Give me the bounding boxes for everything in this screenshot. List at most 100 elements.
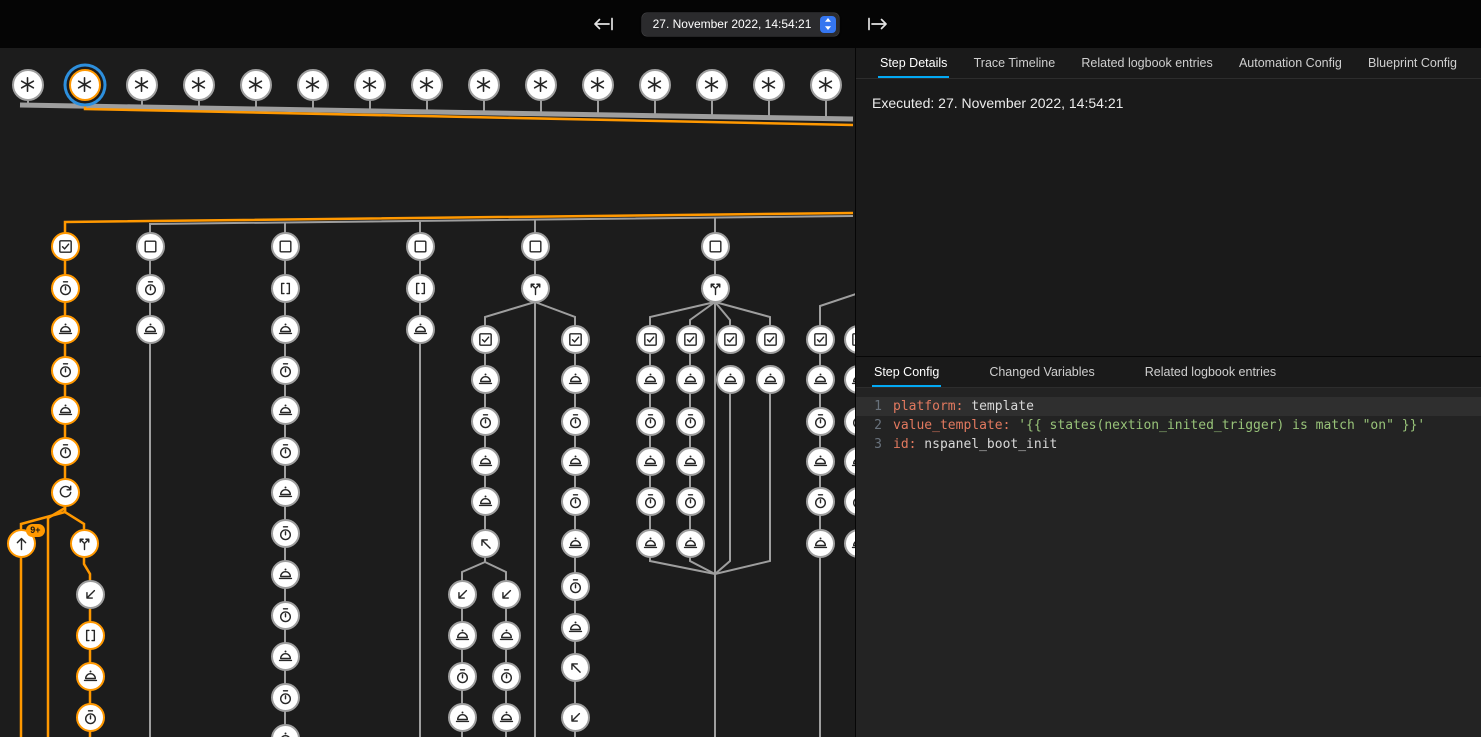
graph-node-timer[interactable] <box>492 662 521 691</box>
graph-node-bell[interactable] <box>806 365 835 394</box>
code-editor[interactable]: 1platform: template2value_template: '{{ … <box>856 388 1481 737</box>
graph-node-timer[interactable] <box>76 703 105 732</box>
tab-blueprint-config[interactable]: Blueprint Config <box>1366 48 1459 78</box>
graph-node-checkbox[interactable] <box>51 232 80 261</box>
graph-node-bell[interactable] <box>676 365 705 394</box>
graph-node-timer[interactable] <box>636 407 665 436</box>
graph-node-square[interactable] <box>701 232 730 261</box>
graph-node-bell[interactable] <box>756 365 785 394</box>
tab-step-details[interactable]: Step Details <box>878 48 949 78</box>
tab-step-config[interactable]: Step Config <box>872 357 941 387</box>
graph-node-bell[interactable] <box>676 447 705 476</box>
graph-node-asterisk[interactable] <box>240 69 272 101</box>
graph-node-asterisk[interactable] <box>639 69 671 101</box>
graph-node-refresh[interactable] <box>51 478 80 507</box>
graph-node-asterisk[interactable] <box>126 69 158 101</box>
graph-node-bell[interactable] <box>448 703 477 732</box>
graph-node-timer[interactable] <box>844 407 856 436</box>
graph-node-brackets[interactable] <box>406 274 435 303</box>
graph-node-arrow-bl[interactable] <box>448 580 477 609</box>
graph-node-checkbox[interactable] <box>716 325 745 354</box>
graph-node-asterisk[interactable] <box>354 69 386 101</box>
graph-node-bell[interactable] <box>271 642 300 671</box>
graph-node-timer[interactable] <box>271 437 300 466</box>
trace-graph[interactable]: 9+ <box>0 48 855 737</box>
graph-node-bell[interactable] <box>271 478 300 507</box>
graph-node-timer[interactable] <box>51 274 80 303</box>
graph-node-asterisk[interactable] <box>696 69 728 101</box>
graph-node-timer[interactable] <box>676 487 705 516</box>
graph-node-timer[interactable] <box>51 356 80 385</box>
graph-node-bell[interactable] <box>676 529 705 558</box>
tab-trace-timeline[interactable]: Trace Timeline <box>972 48 1058 78</box>
graph-node-checkbox[interactable] <box>844 325 856 354</box>
graph-node-bell[interactable] <box>492 703 521 732</box>
graph-node-asterisk[interactable] <box>183 69 215 101</box>
graph-node-arrow-tl[interactable] <box>471 529 500 558</box>
graph-node-timer[interactable] <box>636 487 665 516</box>
graph-node-asterisk[interactable] <box>468 69 500 101</box>
graph-node-bell[interactable] <box>471 447 500 476</box>
graph-node-checkbox[interactable] <box>561 325 590 354</box>
graph-node-square[interactable] <box>521 232 550 261</box>
graph-node-bell[interactable] <box>471 365 500 394</box>
graph-node-checkbox[interactable] <box>756 325 785 354</box>
graph-node-arrow-bl[interactable] <box>76 580 105 609</box>
graph-node-timer[interactable] <box>271 519 300 548</box>
graph-node-bell[interactable] <box>136 315 165 344</box>
previous-run-button[interactable] <box>590 10 618 38</box>
graph-node-checkbox[interactable] <box>636 325 665 354</box>
graph-node-checkbox[interactable] <box>676 325 705 354</box>
graph-node-call-split[interactable] <box>521 274 550 303</box>
graph-node-asterisk[interactable] <box>582 69 614 101</box>
graph-node-bell[interactable] <box>51 315 80 344</box>
graph-node-bell[interactable] <box>636 447 665 476</box>
graph-node-asterisk[interactable] <box>12 69 44 101</box>
graph-node-bell[interactable] <box>636 529 665 558</box>
graph-node-timer[interactable] <box>806 407 835 436</box>
graph-node-bell[interactable] <box>271 396 300 425</box>
graph-node-bell[interactable] <box>844 365 856 394</box>
graph-node-timer[interactable] <box>561 572 590 601</box>
graph-node-bell[interactable] <box>271 724 300 737</box>
graph-node-asterisk[interactable] <box>69 69 101 101</box>
graph-node-timer[interactable] <box>271 683 300 712</box>
graph-node-bell[interactable] <box>561 365 590 394</box>
graph-node-arrow-bl[interactable] <box>492 580 521 609</box>
graph-node-timer[interactable] <box>676 407 705 436</box>
graph-node-timer[interactable] <box>136 274 165 303</box>
tab-automation-config[interactable]: Automation Config <box>1237 48 1344 78</box>
graph-node-arrow-bl[interactable] <box>561 703 590 732</box>
tab-related-logbook-entries[interactable]: Related logbook entries <box>1079 48 1214 78</box>
graph-node-timer[interactable] <box>844 487 856 516</box>
run-selector[interactable]: 27. November 2022, 14:54:21 <box>642 13 840 36</box>
graph-node-bell[interactable] <box>471 487 500 516</box>
graph-node-bell[interactable] <box>844 529 856 558</box>
graph-node-bell[interactable] <box>448 621 477 650</box>
graph-node-checkbox[interactable] <box>806 325 835 354</box>
graph-node-asterisk[interactable] <box>810 69 842 101</box>
graph-node-square[interactable] <box>136 232 165 261</box>
graph-node-bell[interactable] <box>561 529 590 558</box>
graph-node-bell[interactable] <box>716 365 745 394</box>
tab-changed-variables[interactable]: Changed Variables <box>987 357 1096 387</box>
graph-node-asterisk[interactable] <box>297 69 329 101</box>
next-run-button[interactable] <box>863 10 891 38</box>
graph-node-timer[interactable] <box>448 662 477 691</box>
graph-node-timer[interactable] <box>271 356 300 385</box>
graph-node-bell[interactable] <box>76 662 105 691</box>
graph-node-bell[interactable] <box>561 447 590 476</box>
graph-node-brackets[interactable] <box>76 621 105 650</box>
graph-node-checkbox[interactable] <box>471 325 500 354</box>
graph-node-asterisk[interactable] <box>525 69 557 101</box>
graph-node-bell[interactable] <box>406 315 435 344</box>
graph-node-bell[interactable] <box>561 613 590 642</box>
graph-node-asterisk[interactable] <box>411 69 443 101</box>
graph-node-bell[interactable] <box>492 621 521 650</box>
graph-node-timer[interactable] <box>51 437 80 466</box>
graph-node-call-split[interactable] <box>701 274 730 303</box>
graph-node-timer[interactable] <box>561 407 590 436</box>
graph-node-timer[interactable] <box>561 487 590 516</box>
graph-node-bell[interactable] <box>636 365 665 394</box>
graph-node-bell[interactable] <box>51 396 80 425</box>
